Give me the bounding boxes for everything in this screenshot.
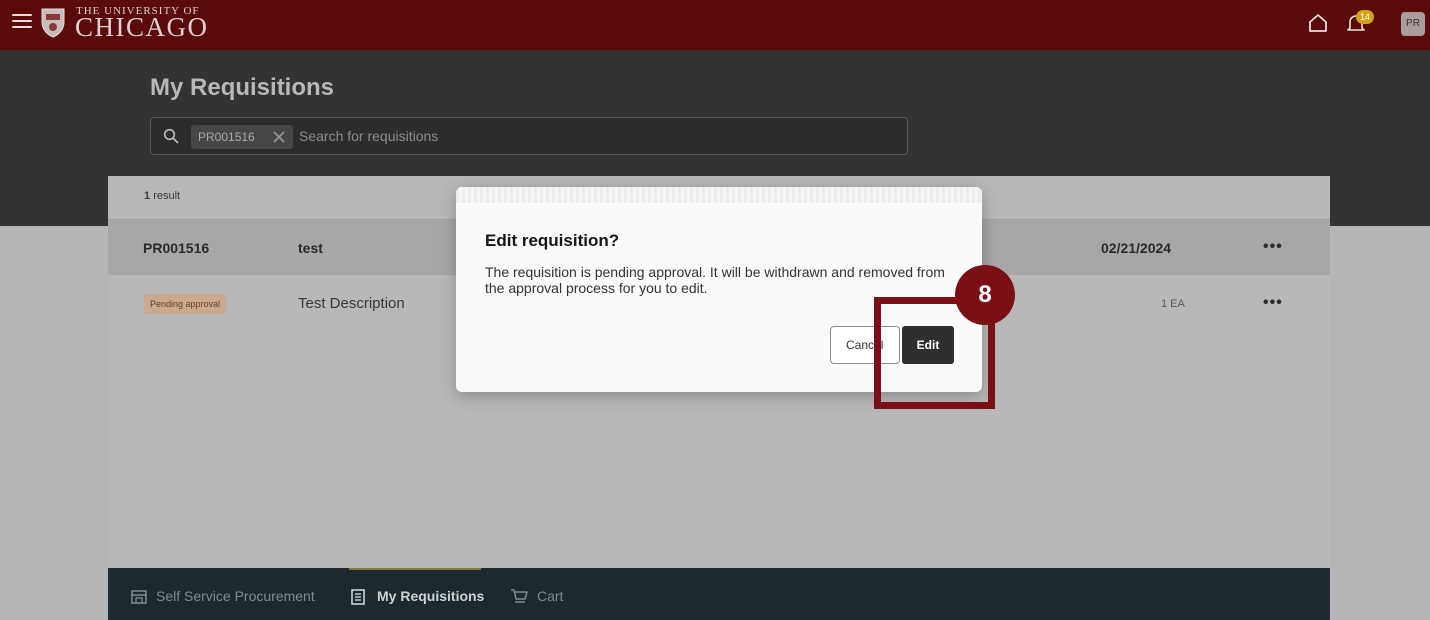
- search-filter-chip-label: PR001516: [198, 130, 255, 144]
- close-icon[interactable]: [271, 129, 287, 145]
- step-number-badge: 8: [955, 265, 1015, 325]
- avatar[interactable]: PR: [1401, 12, 1425, 36]
- hamburger-menu-icon[interactable]: [12, 14, 32, 30]
- nav-active-indicator: [349, 568, 481, 570]
- university-crest-icon: [41, 8, 65, 38]
- nav-my-requisitions[interactable]: My Requisitions: [349, 588, 485, 605]
- home-icon[interactable]: [1307, 12, 1329, 34]
- search-filter-chip: PR001516: [191, 125, 293, 149]
- requisition-id[interactable]: PR001516: [143, 240, 209, 256]
- cart-icon: [511, 589, 528, 603]
- requisition-name: test: [298, 240, 323, 256]
- result-count-label: result: [153, 190, 181, 202]
- nav-label: My Requisitions: [377, 588, 485, 604]
- bottom-nav: Self Service Procurement My Requisitions…: [108, 568, 1330, 620]
- storefront-icon: [131, 590, 147, 604]
- dialog-title: Edit requisition?: [485, 231, 620, 250]
- nav-self-service-procurement[interactable]: Self Service Procurement: [130, 588, 315, 604]
- result-count-number: 1: [144, 190, 151, 202]
- nav-label: Cart: [537, 588, 564, 604]
- top-bar: THE UNIVERSITY OF CHICAGO 14 PR: [0, 0, 1430, 50]
- dialog-header-strip: [456, 187, 982, 203]
- clipboard-icon: [351, 589, 365, 605]
- dialog-message: The requisition is pending approval. It …: [485, 264, 945, 296]
- search-input[interactable]: PR001516 Search for requisitions: [150, 117, 908, 155]
- line-quantity: 1 EA: [1161, 298, 1185, 310]
- search-placeholder: Search for requisitions: [299, 128, 439, 144]
- search-icon: [163, 128, 179, 144]
- more-actions-icon[interactable]: •••: [1263, 238, 1283, 256]
- page-title: My Requisitions: [150, 74, 335, 101]
- notification-badge: 14: [1356, 10, 1374, 24]
- requisition-date: 02/21/2024: [1101, 240, 1172, 256]
- status-badge: Pending approval: [144, 294, 227, 314]
- line-description: Test Description: [298, 295, 405, 312]
- result-count: 1 result: [144, 190, 180, 202]
- brand-title[interactable]: CHICAGO: [75, 14, 209, 41]
- nav-cart[interactable]: Cart: [510, 588, 563, 604]
- nav-label: Self Service Procurement: [156, 588, 315, 604]
- line-more-actions-icon[interactable]: •••: [1263, 294, 1283, 312]
